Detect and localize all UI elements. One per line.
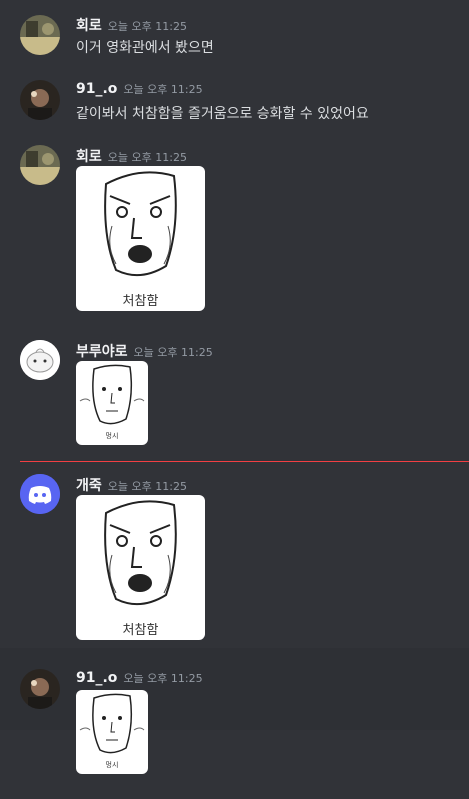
sticker[interactable]: 멍시 <box>76 690 148 774</box>
timestamp: 오늘 오후 11:25 <box>123 672 203 685</box>
sticker[interactable]: 멍시 <box>76 361 148 445</box>
avatar[interactable] <box>20 340 60 380</box>
author-name[interactable]: 91_.o <box>76 81 117 97</box>
shocked-face-sticker-art <box>104 171 177 277</box>
sticker[interactable]: 처참함 <box>76 166 205 311</box>
shocked-face-sticker-art <box>104 500 177 606</box>
sticker[interactable]: 처참함 <box>76 495 205 640</box>
avatar[interactable] <box>20 669 60 709</box>
avatar[interactable] <box>20 15 60 55</box>
timestamp: 오늘 오후 11:25 <box>123 83 203 96</box>
timestamp: 오늘 오후 11:25 <box>133 346 213 359</box>
sticker-caption: 처참함 <box>122 294 159 309</box>
timestamp: 오늘 오후 11:25 <box>107 151 187 164</box>
blank-face-sticker-art <box>79 364 145 425</box>
author-name[interactable]: 회로 <box>76 18 102 34</box>
message-text: 이거 영화관에서 봤으면 <box>76 40 214 56</box>
avatar[interactable] <box>20 474 60 514</box>
new-messages-divider <box>20 461 469 462</box>
author-name[interactable]: 회로 <box>76 149 102 165</box>
discord-logo-icon <box>20 474 60 514</box>
avatar[interactable] <box>20 80 60 120</box>
sticker-caption: 처참함 <box>122 623 159 638</box>
timestamp: 오늘 오후 11:25 <box>107 20 187 33</box>
message-hover-background <box>0 648 469 730</box>
sticker-caption: 멍시 <box>105 761 119 769</box>
author-name[interactable]: 개죽 <box>76 478 102 494</box>
timestamp: 오늘 오후 11:25 <box>107 480 187 493</box>
avatar[interactable] <box>20 145 60 185</box>
blank-face-sticker-art <box>79 693 145 754</box>
message-text: 같이봐서 처참함을 즐거움으로 승화할 수 있었어요 <box>76 106 369 122</box>
sticker-caption: 멍시 <box>105 432 119 440</box>
author-name[interactable]: 부루야로 <box>76 344 128 360</box>
author-name[interactable]: 91_.o <box>76 670 117 686</box>
